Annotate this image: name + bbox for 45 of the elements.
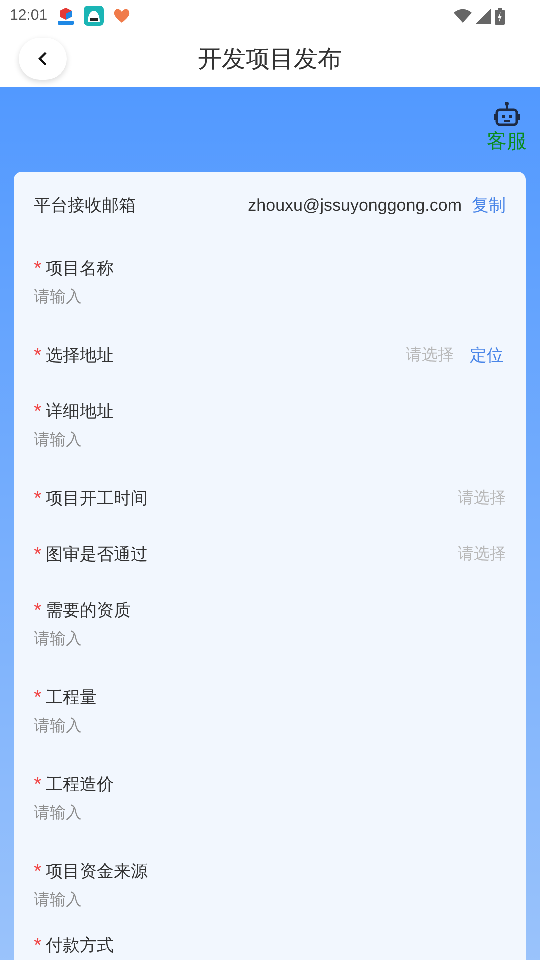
required-mark: * xyxy=(34,773,42,798)
field-label: 详细地址 xyxy=(46,401,114,424)
field-label: 项目资金来源 xyxy=(46,861,148,884)
field-label: 工程造价 xyxy=(46,774,114,796)
input-field[interactable]: 请输入 xyxy=(34,712,506,742)
select-field[interactable]: 请选择 xyxy=(406,344,454,368)
required-mark: * xyxy=(34,543,42,568)
field-label: 平台接收邮箱 xyxy=(34,195,136,218)
required-mark: * xyxy=(34,400,42,425)
back-button[interactable] xyxy=(19,38,67,80)
wifi-icon xyxy=(454,9,472,23)
field-label: 图审是否通过 xyxy=(46,544,148,566)
battery-icon xyxy=(495,8,505,24)
input-field[interactable]: 请输入 xyxy=(34,283,506,313)
required-mark: * xyxy=(34,257,42,282)
required-mark: * xyxy=(34,934,42,959)
locate-link[interactable]: 定位 xyxy=(470,343,506,369)
field-label: 工程量 xyxy=(46,687,97,710)
app-cube-icon xyxy=(56,6,76,26)
app-face-icon xyxy=(84,6,104,26)
required-mark: * xyxy=(34,860,42,885)
back-icon xyxy=(38,51,48,67)
required-mark: * xyxy=(34,344,42,369)
field-label: 选择地址 xyxy=(46,345,114,368)
email-value: zhouxu@jssuyonggong.com xyxy=(248,195,462,218)
required-mark: * xyxy=(34,686,42,711)
page-title: 开发项目发布 xyxy=(198,44,342,74)
required-mark: * xyxy=(34,599,42,624)
app-heart-icon xyxy=(112,7,132,25)
copy-link[interactable]: 复制 xyxy=(472,193,506,219)
required-mark: * xyxy=(34,487,42,512)
field-label: 需要的资质 xyxy=(46,600,131,622)
field-label: 项目开工时间 xyxy=(46,488,148,510)
input-field[interactable]: 请输入 xyxy=(34,799,506,829)
input-field[interactable]: 请输入 xyxy=(34,886,506,916)
input-field[interactable]: 请输入 xyxy=(34,426,506,456)
customer-service-button[interactable]: 客服 xyxy=(487,101,527,172)
signal-icon xyxy=(476,8,491,24)
field-label: 付款方式 xyxy=(46,935,114,958)
status-time: 12:01 xyxy=(10,6,48,26)
select-field[interactable]: 请选择 xyxy=(458,487,506,511)
select-field[interactable]: 请选择 xyxy=(458,543,506,567)
robot-icon xyxy=(493,101,521,129)
field-label: 项目名称 xyxy=(46,258,114,280)
input-field[interactable]: 请输入 xyxy=(34,625,506,655)
